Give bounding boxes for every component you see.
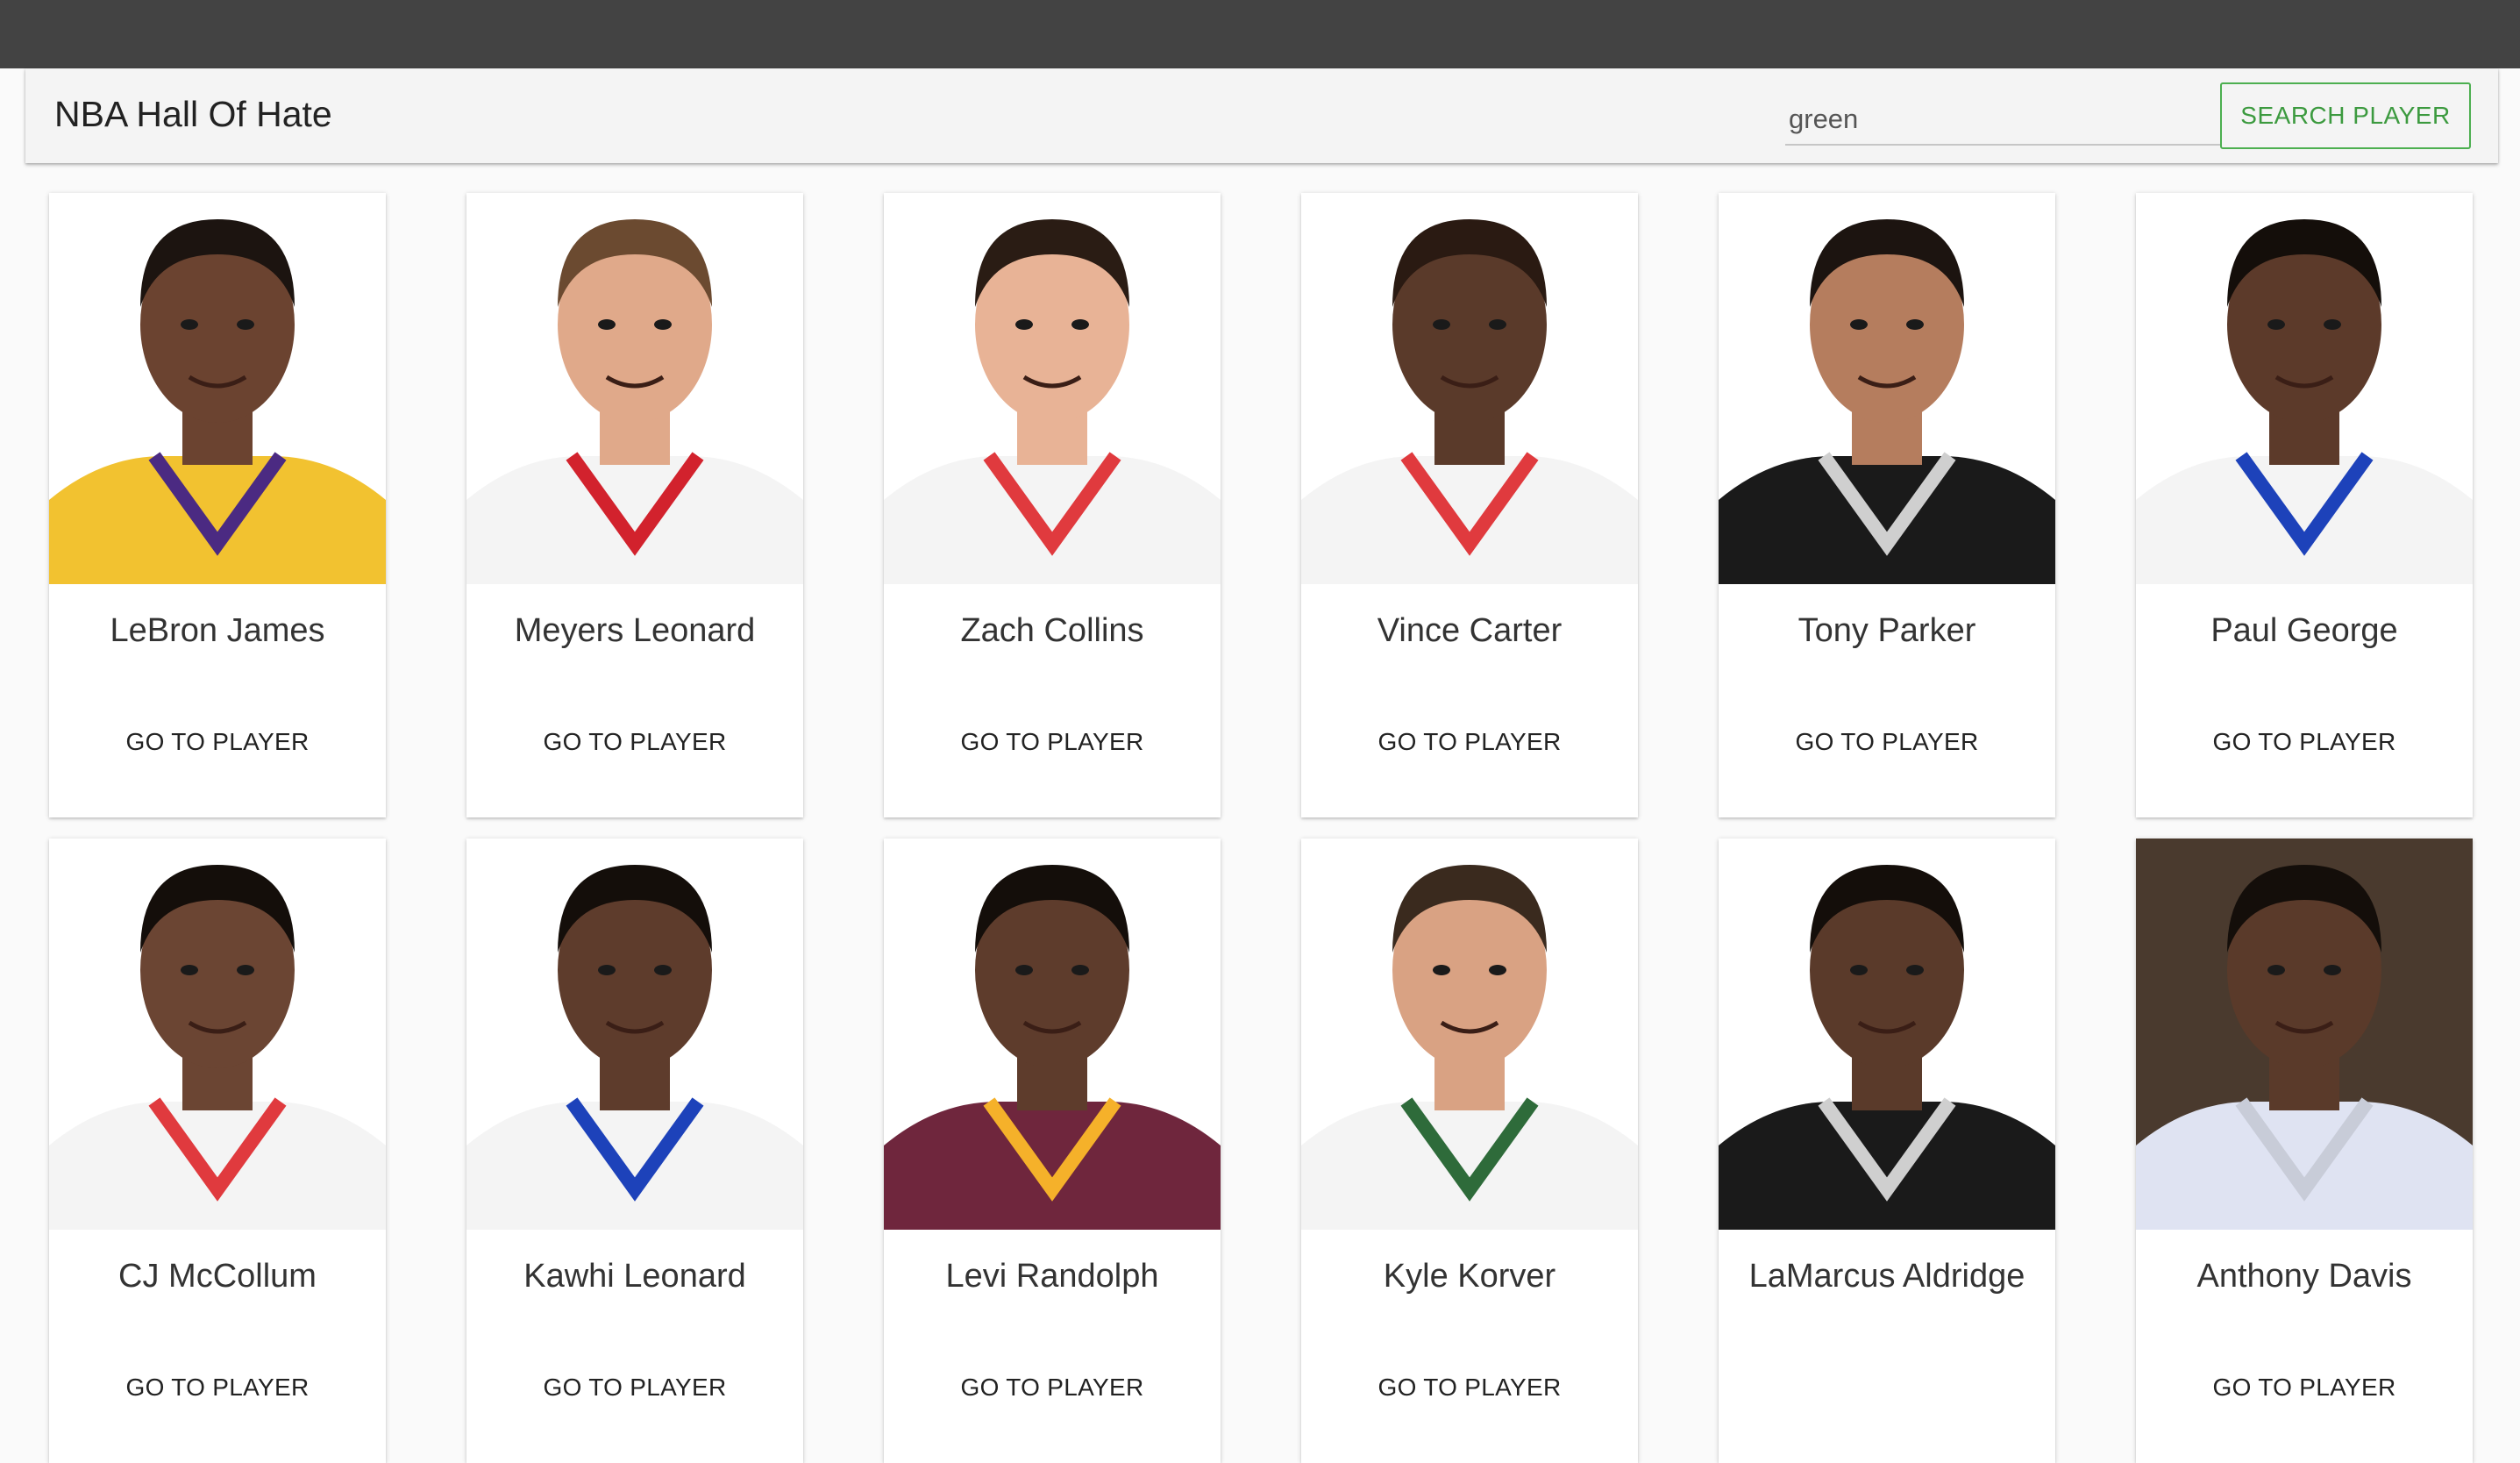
player-card: Zach Collins GO TO PLAYER bbox=[884, 193, 1221, 817]
player-photo bbox=[1301, 193, 1638, 584]
go-to-player-button[interactable]: GO TO PLAYER bbox=[884, 728, 1221, 756]
app-title: NBA Hall Of Hate bbox=[54, 94, 332, 134]
go-to-player-button[interactable]: GO TO PLAYER bbox=[2136, 728, 2473, 756]
go-to-player-button[interactable]: GO TO PLAYER bbox=[466, 728, 803, 756]
player-photo bbox=[2136, 193, 2473, 584]
player-photo bbox=[884, 839, 1221, 1230]
player-name: Kyle Korver bbox=[1383, 1258, 1556, 1295]
player-photo bbox=[49, 839, 386, 1230]
player-name: LaMarcus Aldridge bbox=[1748, 1258, 2025, 1295]
player-card: Tony Parker GO TO PLAYER bbox=[1719, 193, 2055, 817]
player-card: Levi Randolph GO TO PLAYER bbox=[884, 839, 1221, 1463]
player-name: Meyers Leonard bbox=[514, 612, 756, 649]
go-to-player-button[interactable]: GO TO PLAYER bbox=[1719, 728, 2055, 756]
player-photo bbox=[466, 839, 803, 1230]
player-name: Tony Parker bbox=[1797, 612, 1976, 649]
go-to-player-button[interactable]: GO TO PLAYER bbox=[2136, 1374, 2473, 1402]
player-card: LeBron James GO TO PLAYER bbox=[49, 193, 386, 817]
window-top-bar bbox=[0, 0, 2520, 68]
player-card: LaMarcus Aldridge bbox=[1719, 839, 2055, 1463]
player-card: Kawhi Leonard GO TO PLAYER bbox=[466, 839, 803, 1463]
search-field[interactable] bbox=[1785, 95, 2232, 146]
player-photo bbox=[2136, 839, 2473, 1230]
go-to-player-button[interactable]: GO TO PLAYER bbox=[884, 1374, 1221, 1402]
player-name: Anthony Davis bbox=[2196, 1258, 2412, 1295]
go-to-player-button[interactable]: GO TO PLAYER bbox=[1301, 1374, 1638, 1402]
player-photo bbox=[1719, 839, 2055, 1230]
player-card: CJ McCollum GO TO PLAYER bbox=[49, 839, 386, 1463]
player-name: Vince Carter bbox=[1377, 612, 1563, 649]
player-name: Paul George bbox=[2210, 612, 2398, 649]
go-to-player-button[interactable]: GO TO PLAYER bbox=[1301, 728, 1638, 756]
go-to-player-button[interactable]: GO TO PLAYER bbox=[466, 1374, 803, 1402]
player-name: Kawhi Leonard bbox=[523, 1258, 746, 1295]
search-player-button[interactable]: SEARCH PLAYER bbox=[2220, 82, 2471, 149]
player-card: Anthony Davis GO TO PLAYER bbox=[2136, 839, 2473, 1463]
player-photo bbox=[884, 193, 1221, 584]
player-name: Levi Randolph bbox=[945, 1258, 1159, 1295]
player-photo bbox=[1301, 839, 1638, 1230]
player-card: Vince Carter GO TO PLAYER bbox=[1301, 193, 1638, 817]
player-name: CJ McCollum bbox=[118, 1258, 317, 1295]
player-name: Zach Collins bbox=[960, 612, 1144, 649]
go-to-player-button[interactable]: GO TO PLAYER bbox=[49, 1374, 386, 1402]
app-toolbar: NBA Hall Of Hate SEARCH PLAYER bbox=[25, 68, 2498, 163]
player-photo bbox=[1719, 193, 2055, 584]
player-photo bbox=[49, 193, 386, 584]
go-to-player-button[interactable]: GO TO PLAYER bbox=[49, 728, 386, 756]
search-input[interactable] bbox=[1785, 95, 2232, 144]
player-card: Kyle Korver GO TO PLAYER bbox=[1301, 839, 1638, 1463]
player-card: Paul George GO TO PLAYER bbox=[2136, 193, 2473, 817]
player-card: Meyers Leonard GO TO PLAYER bbox=[466, 193, 803, 817]
player-name: LeBron James bbox=[110, 612, 325, 649]
player-photo bbox=[466, 193, 803, 584]
